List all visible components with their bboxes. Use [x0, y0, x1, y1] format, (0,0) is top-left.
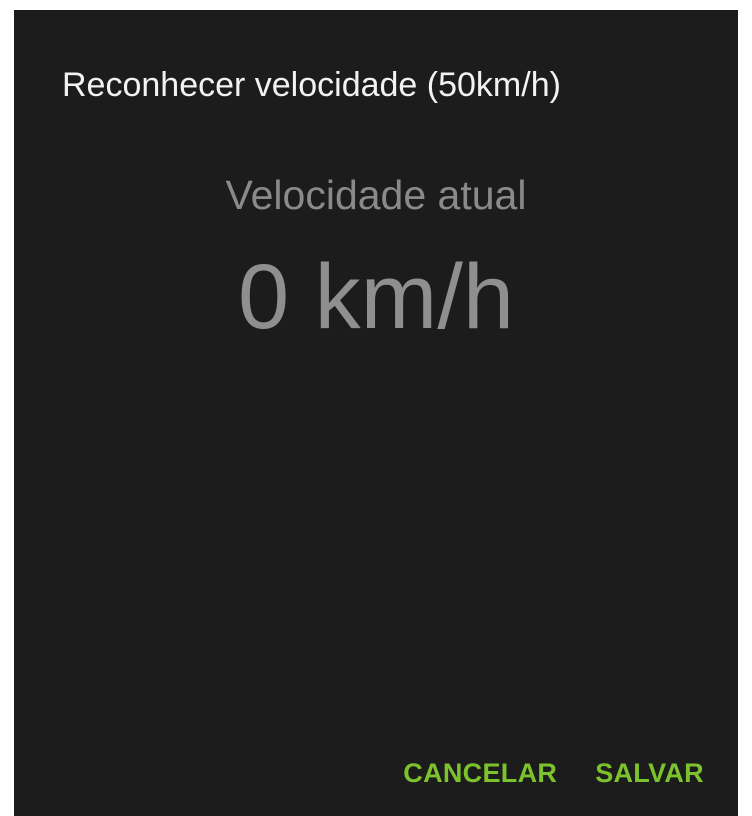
dialog-title: Reconhecer velocidade (50km/h) — [62, 66, 561, 104]
current-speed-value: 0 km/h — [237, 246, 515, 348]
current-speed-label: Velocidade atual — [225, 172, 527, 218]
cancel-button[interactable]: CANCELAR — [389, 748, 571, 798]
save-button[interactable]: SALVAR — [581, 748, 718, 798]
dialog-actions: CANCELAR SALVAR — [389, 748, 718, 798]
speed-recognition-dialog: Reconhecer velocidade (50km/h) Velocidad… — [14, 10, 738, 816]
